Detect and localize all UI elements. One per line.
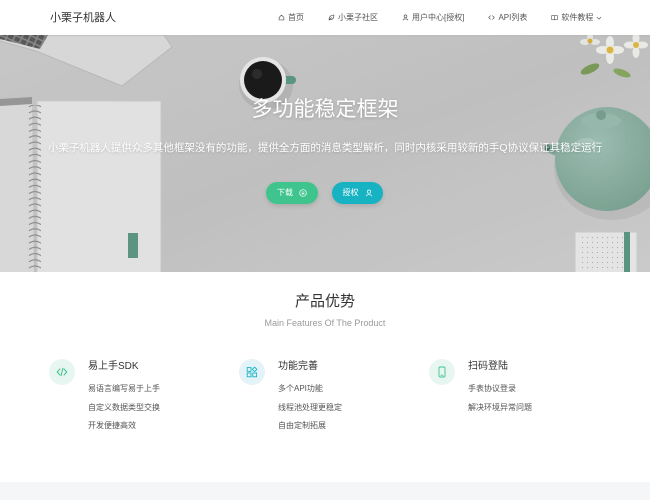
auth-button-label: 授权 bbox=[342, 188, 359, 197]
hero-title: 多功能稳定框架 bbox=[251, 98, 399, 121]
nav-item-community[interactable]: 小栗子社区 bbox=[328, 12, 378, 23]
feature-icon-badge bbox=[429, 359, 455, 385]
phone-icon bbox=[438, 366, 446, 378]
nav-item-label: 首页 bbox=[288, 13, 304, 22]
nav-item-label: API列表 bbox=[498, 13, 528, 22]
feature-point: 自由定制拓展 bbox=[278, 421, 326, 430]
community-icon bbox=[328, 14, 335, 21]
main-nav: 首页 小栗子社区 用户中心[授权] API列表 软件教程 bbox=[278, 12, 602, 23]
feature-point: 开发便捷高效 bbox=[88, 421, 136, 430]
chevron-down-icon bbox=[597, 16, 602, 19]
feature-point: 手表协议登录 bbox=[468, 384, 516, 393]
features-section: 产品优势 Main Features Of The Product 易上手SDK… bbox=[0, 272, 650, 482]
download-button[interactable]: 下载 bbox=[266, 182, 318, 204]
nav-item-user-center[interactable]: 用户中心[授权] bbox=[402, 12, 464, 23]
features-title: 产品优势 bbox=[294, 293, 355, 310]
feature-points: 手表协议登录 解决环境异常问题 bbox=[468, 380, 532, 417]
footer-band bbox=[0, 482, 650, 500]
features-subtitle: Main Features Of The Product bbox=[264, 318, 386, 328]
feature-point: 解决环境异常问题 bbox=[468, 402, 532, 412]
feature-card-qr-login: 扫码登陆 手表协议登录 解决环境异常问题 bbox=[429, 359, 619, 469]
site-logo[interactable]: 小栗子机器人 bbox=[50, 11, 116, 25]
hero-subtitle: 小栗子机器人提供众多其他框架没有的功能，提供全方面的消息类型解析，同时内核采用较… bbox=[47, 142, 603, 154]
feature-point: 线程池处理更稳定 bbox=[278, 402, 342, 412]
feature-points: 多个API功能 线程池处理更稳定 自由定制拓展 bbox=[278, 380, 342, 436]
feature-point: 自定义数据类型交换 bbox=[88, 402, 160, 412]
feature-card-functions: 功能完善 多个API功能 线程池处理更稳定 自由定制拓展 bbox=[239, 359, 429, 469]
widgets-icon bbox=[246, 366, 258, 378]
nav-item-api-list[interactable]: API列表 bbox=[488, 12, 527, 23]
user-icon bbox=[365, 189, 372, 197]
feature-title: 扫码登陆 bbox=[468, 361, 508, 372]
feature-point: 易语言编写易于上手 bbox=[88, 384, 160, 393]
top-navbar: 小栗子机器人 首页 小栗子社区 用户中心[授权] API列表 软件教程 bbox=[0, 0, 650, 35]
download-icon bbox=[299, 189, 307, 197]
nav-item-home[interactable]: 首页 bbox=[278, 12, 304, 23]
feature-title: 功能完善 bbox=[278, 361, 318, 372]
code-icon bbox=[56, 367, 68, 377]
feature-point: 多个API功能 bbox=[278, 384, 323, 393]
download-button-label: 下载 bbox=[277, 188, 293, 197]
home-icon bbox=[278, 14, 285, 21]
feature-title: 易上手SDK bbox=[88, 361, 139, 372]
feature-card-sdk: 易上手SDK 易语言编写易于上手 自定义数据类型交换 开发便捷高效 bbox=[49, 359, 239, 469]
feature-icon-badge bbox=[239, 359, 265, 385]
user-icon bbox=[402, 14, 409, 21]
feature-points: 易语言编写易于上手 自定义数据类型交换 开发便捷高效 bbox=[88, 380, 160, 436]
code-icon bbox=[488, 15, 496, 20]
book-icon bbox=[551, 15, 558, 21]
nav-item-label: 小栗子社区 bbox=[338, 13, 378, 22]
hero-banner: 多功能稳定框架 小栗子机器人提供众多其他框架没有的功能，提供全方面的消息类型解析… bbox=[0, 35, 650, 272]
auth-button[interactable]: 授权 bbox=[332, 182, 383, 204]
nav-item-tutorials[interactable]: 软件教程 bbox=[551, 12, 602, 23]
nav-item-label: 用户中心[授权] bbox=[412, 13, 465, 22]
nav-item-label: 软件教程 bbox=[561, 13, 594, 22]
feature-icon-badge bbox=[49, 359, 75, 385]
